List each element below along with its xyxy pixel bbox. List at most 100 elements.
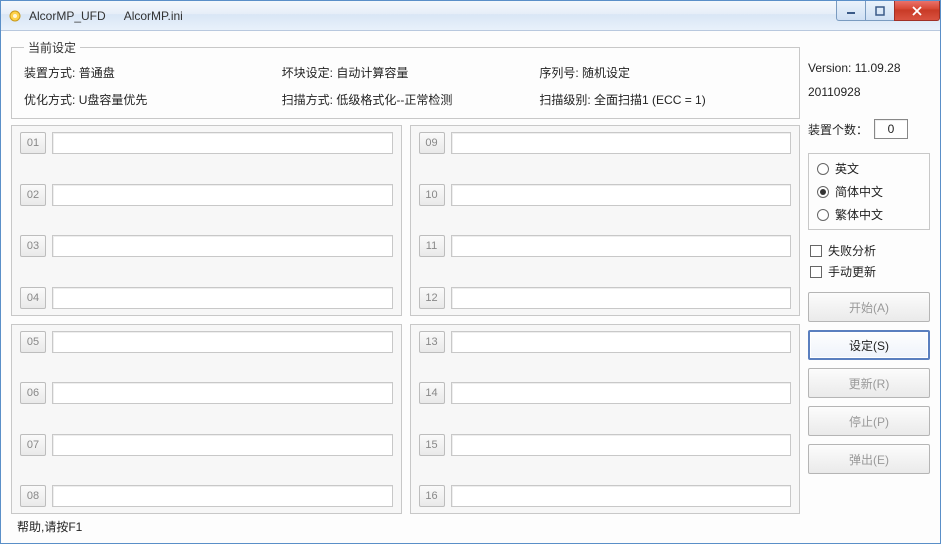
slot-field[interactable] [451, 485, 792, 507]
manual-update-checkbox[interactable]: 手动更新 [810, 263, 930, 280]
title-texts: AlcorMP_UFD AlcorMP.ini [29, 9, 183, 23]
mount-setting: 装置方式: 普通盘 [24, 64, 272, 81]
slot-row: 04 [20, 287, 393, 309]
slot-row: 05 [20, 331, 393, 353]
maximize-button[interactable] [865, 1, 895, 21]
checkbox-icon [810, 266, 822, 278]
radio-icon [817, 163, 829, 175]
slot-num[interactable]: 13 [419, 331, 445, 353]
slot-field[interactable] [52, 235, 393, 257]
settings-legend: 当前设定 [24, 39, 80, 56]
slot-row: 12 [419, 287, 792, 309]
slot-row: 15 [419, 434, 792, 456]
slot-row: 16 [419, 485, 792, 507]
slot-row: 14 [419, 382, 792, 404]
slot-num[interactable]: 09 [419, 132, 445, 154]
slot-num[interactable]: 14 [419, 382, 445, 404]
slot-row: 02 [20, 184, 393, 206]
radio-icon [817, 209, 829, 221]
device-count-label: 装置个数： [808, 121, 868, 138]
minimize-button[interactable] [836, 1, 866, 21]
slot-num[interactable]: 16 [419, 485, 445, 507]
slot-field[interactable] [451, 382, 792, 404]
slot-num[interactable]: 03 [20, 235, 46, 257]
scanlevel-setting: 扫描级别: 全面扫描1 (ECC = 1) [539, 91, 787, 108]
options-group: 失败分析 手动更新 [808, 242, 930, 280]
slot-row: 13 [419, 331, 792, 353]
settings-grid: 装置方式: 普通盘 坏块设定: 自动计算容量 序列号: 随机设定 优化方式: U… [24, 64, 787, 108]
slot-field[interactable] [52, 184, 393, 206]
left-area: 当前设定 装置方式: 普通盘 坏块设定: 自动计算容量 序列号: 随机设定 优化… [11, 39, 800, 514]
app-icon [7, 8, 23, 24]
slot-panel-2: 09 10 11 12 [410, 125, 801, 316]
slot-num[interactable]: 10 [419, 184, 445, 206]
device-count-value: 0 [874, 119, 908, 139]
status-bar: 帮助,请按F1 [11, 514, 930, 537]
slot-field[interactable] [451, 132, 792, 154]
version-line: Version: 11.09.28 [808, 61, 930, 75]
device-count-row: 装置个数： 0 [808, 119, 930, 139]
setup-button[interactable]: 设定(S) [808, 330, 930, 360]
slot-field[interactable] [52, 331, 393, 353]
right-panel: Version: 11.09.28 20110928 装置个数： 0 英文 简体… [808, 39, 930, 514]
titlebar[interactable]: AlcorMP_UFD AlcorMP.ini [1, 1, 940, 31]
button-column: 开始(A) 设定(S) 更新(R) 停止(P) 弹出(E) [808, 292, 930, 474]
badblock-setting: 坏块设定: 自动计算容量 [282, 64, 530, 81]
slot-num[interactable]: 11 [419, 235, 445, 257]
slot-row: 06 [20, 382, 393, 404]
app-window: AlcorMP_UFD AlcorMP.ini 当前设定 装置方式: 普通盘 [0, 0, 941, 544]
slot-num[interactable]: 04 [20, 287, 46, 309]
scanmode-setting: 扫描方式: 低级格式化--正常检测 [282, 91, 530, 108]
lang-simplified-radio[interactable]: 简体中文 [817, 183, 921, 200]
slot-field[interactable] [52, 287, 393, 309]
close-button[interactable] [894, 1, 940, 21]
slot-field[interactable] [451, 331, 792, 353]
slot-field[interactable] [52, 434, 393, 456]
serial-setting: 序列号: 随机设定 [539, 64, 787, 81]
title-secondary: AlcorMP.ini [124, 9, 183, 23]
slot-num[interactable]: 01 [20, 132, 46, 154]
slot-num[interactable]: 12 [419, 287, 445, 309]
language-group: 英文 简体中文 繁体中文 [808, 153, 930, 230]
date-line: 20110928 [808, 85, 930, 99]
slot-grid: 01 02 03 04 09 10 11 12 05 06 07 [11, 125, 800, 514]
slot-panel-3: 05 06 07 08 [11, 324, 402, 515]
radio-icon [817, 186, 829, 198]
slot-field[interactable] [451, 287, 792, 309]
slot-num[interactable]: 05 [20, 331, 46, 353]
title-primary: AlcorMP_UFD [29, 9, 106, 23]
slot-row: 09 [419, 132, 792, 154]
eject-button[interactable]: 弹出(E) [808, 444, 930, 474]
stop-button[interactable]: 停止(P) [808, 406, 930, 436]
slot-field[interactable] [52, 382, 393, 404]
window-controls [837, 1, 940, 21]
slot-row: 11 [419, 235, 792, 257]
slot-num[interactable]: 08 [20, 485, 46, 507]
slot-panel-1: 01 02 03 04 [11, 125, 402, 316]
slot-panel-4: 13 14 15 16 [410, 324, 801, 515]
slot-field[interactable] [451, 184, 792, 206]
slot-row: 01 [20, 132, 393, 154]
lang-traditional-radio[interactable]: 繁体中文 [817, 206, 921, 223]
current-settings-group: 当前设定 装置方式: 普通盘 坏块设定: 自动计算容量 序列号: 随机设定 优化… [11, 39, 800, 119]
fail-analysis-checkbox[interactable]: 失败分析 [810, 242, 930, 259]
slot-field[interactable] [52, 132, 393, 154]
slot-row: 10 [419, 184, 792, 206]
slot-num[interactable]: 06 [20, 382, 46, 404]
slot-field[interactable] [451, 434, 792, 456]
slot-field[interactable] [52, 485, 393, 507]
lang-english-radio[interactable]: 英文 [817, 160, 921, 177]
update-button[interactable]: 更新(R) [808, 368, 930, 398]
slot-num[interactable]: 07 [20, 434, 46, 456]
main-row: 当前设定 装置方式: 普通盘 坏块设定: 自动计算容量 序列号: 随机设定 优化… [11, 39, 930, 514]
checkbox-icon [810, 245, 822, 257]
slot-row: 03 [20, 235, 393, 257]
slot-row: 07 [20, 434, 393, 456]
optimize-setting: 优化方式: U盘容量优先 [24, 91, 272, 108]
slot-field[interactable] [451, 235, 792, 257]
slot-row: 08 [20, 485, 393, 507]
content-area: 当前设定 装置方式: 普通盘 坏块设定: 自动计算容量 序列号: 随机设定 优化… [1, 31, 940, 543]
slot-num[interactable]: 15 [419, 434, 445, 456]
slot-num[interactable]: 02 [20, 184, 46, 206]
start-button[interactable]: 开始(A) [808, 292, 930, 322]
